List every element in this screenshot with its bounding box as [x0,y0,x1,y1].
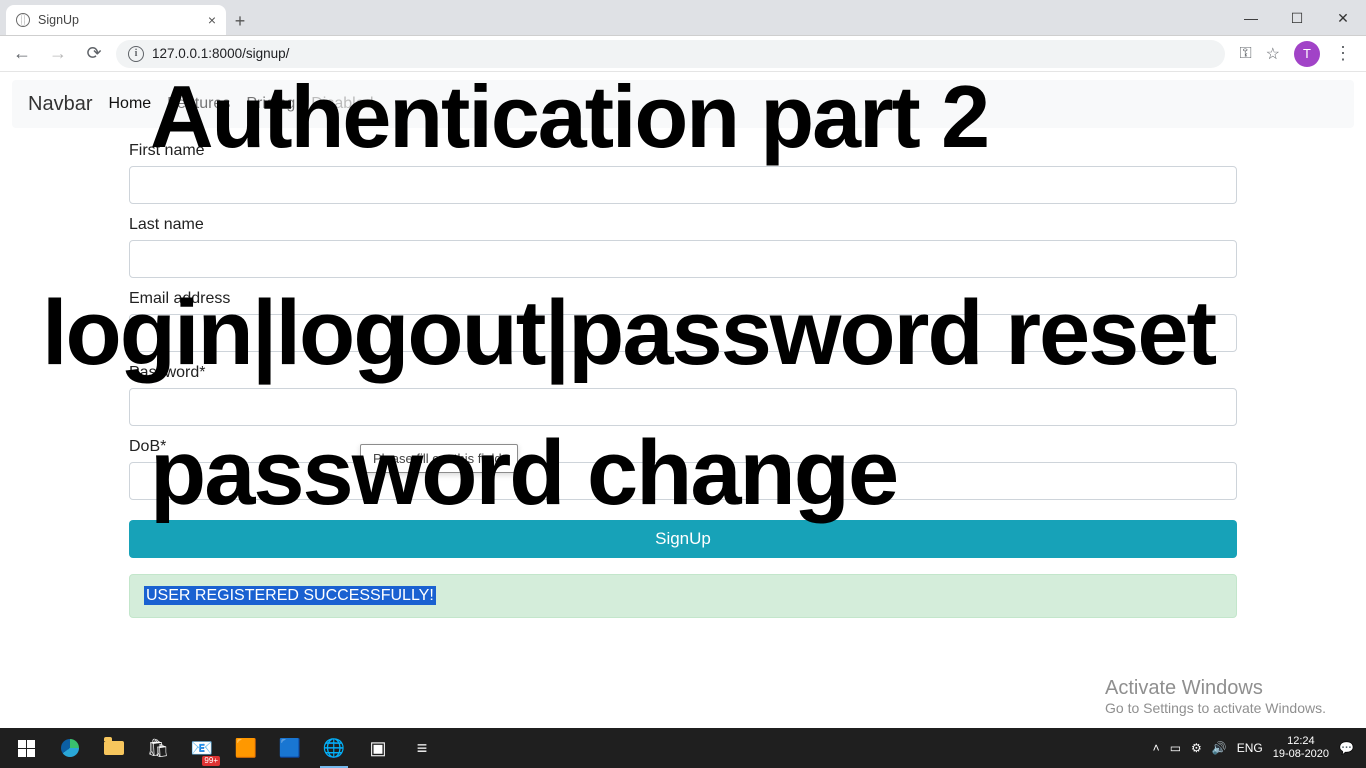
mail-badge: 99+ [202,756,220,766]
taskbar-store-icon[interactable]: 🛍 [138,728,178,768]
validation-tooltip: Please fill out this field. [360,444,518,473]
watermark-sub: Go to Settings to activate Windows. [1105,700,1326,716]
browser-tab[interactable]: SignUp × [6,5,226,35]
nav-link-home[interactable]: Home [108,95,151,113]
start-button[interactable] [6,728,46,768]
alert-text: USER REGISTERED SUCCESSFULLY! [144,586,436,605]
close-tab-icon[interactable]: × [208,12,216,28]
tray-notifications-icon[interactable]: 💬 [1339,741,1354,755]
window-controls: — ☐ ✕ [1228,0,1366,36]
label-first-name: First name [129,142,1237,160]
bookmark-star-icon[interactable]: ☆ [1266,44,1280,64]
input-first-name[interactable] [129,166,1237,204]
clock-date: 19-08-2020 [1273,748,1329,761]
label-password: Password* [129,364,1237,382]
browser-menu-icon[interactable]: ⋮ [1334,43,1352,64]
input-password[interactable] [129,388,1237,426]
windows-taskbar: 🛍 📧99+ 🟧 🟦 🌐 ▣ ≡ ˄ ▭ ⚙ 🔊 ENG 12:24 19-08… [0,728,1366,768]
clock-time: 12:24 [1273,735,1329,748]
password-key-icon[interactable]: ⚿ [1239,45,1251,63]
taskbar-clock[interactable]: 12:24 19-08-2020 [1273,735,1329,760]
profile-avatar[interactable]: T [1294,41,1320,67]
taskbar-chrome-icon[interactable]: 🌐 [314,728,354,768]
page-viewport: Navbar Home Features Pricing Disabled Fi… [0,72,1366,728]
browser-tab-strip: SignUp × + — ☐ ✕ [0,0,1366,36]
url-text: 127.0.0.1:8000/signup/ [152,46,289,61]
label-last-name: Last name [129,216,1237,234]
nav-link-features[interactable]: Features [167,95,230,113]
success-alert: USER REGISTERED SUCCESSFULLY! [129,574,1237,618]
site-info-icon[interactable]: i [128,46,144,62]
browser-toolbar: ← → ⟳ i 127.0.0.1:8000/signup/ ⚿ ☆ T ⋮ [0,36,1366,72]
watermark-title: Activate Windows [1105,677,1326,700]
taskbar-app-icon-1[interactable]: 🟧 [226,728,266,768]
nav-link-pricing[interactable]: Pricing [246,95,295,113]
tray-battery-icon[interactable]: ▭ [1170,741,1181,755]
taskbar-file-explorer-icon[interactable] [94,728,134,768]
forward-button[interactable]: → [44,40,72,68]
tray-chevron-icon[interactable]: ˄ [1153,741,1160,755]
new-tab-button[interactable]: + [226,7,254,35]
nav-link-disabled: Disabled [311,95,373,113]
tray-volume-icon[interactable]: 🔊 [1212,741,1227,755]
tray-language[interactable]: ENG [1237,741,1263,755]
taskbar-zoom-icon[interactable]: 🟦 [270,728,310,768]
window-maximize-button[interactable]: ☐ [1274,0,1320,36]
window-close-button[interactable]: ✕ [1320,0,1366,36]
taskbar-vscode-icon[interactable]: ≡ [402,728,442,768]
taskbar-mail-icon[interactable]: 📧99+ [182,728,222,768]
signup-button[interactable]: SignUp [129,520,1237,558]
validation-tooltip-text: Please fill out this field. [373,451,505,466]
tab-title: SignUp [38,13,79,27]
site-navbar: Navbar Home Features Pricing Disabled [12,80,1354,128]
activate-windows-watermark: Activate Windows Go to Settings to activ… [1105,677,1326,716]
navbar-brand[interactable]: Navbar [28,93,92,116]
input-email[interactable] [129,314,1237,352]
signup-form-container: First name Last name Email address Passw… [129,128,1237,618]
label-email: Email address [129,290,1237,308]
back-button[interactable]: ← [8,40,36,68]
window-minimize-button[interactable]: — [1228,0,1274,36]
taskbar-edge-icon[interactable] [50,728,90,768]
globe-icon [16,13,30,27]
taskbar-terminal-icon[interactable]: ▣ [358,728,398,768]
input-dob[interactable] [129,462,1237,500]
tray-wifi-icon[interactable]: ⚙ [1191,741,1202,755]
input-last-name[interactable] [129,240,1237,278]
address-bar[interactable]: i 127.0.0.1:8000/signup/ [116,40,1225,68]
reload-button[interactable]: ⟳ [80,40,108,68]
label-dob: DoB* [129,438,1237,456]
